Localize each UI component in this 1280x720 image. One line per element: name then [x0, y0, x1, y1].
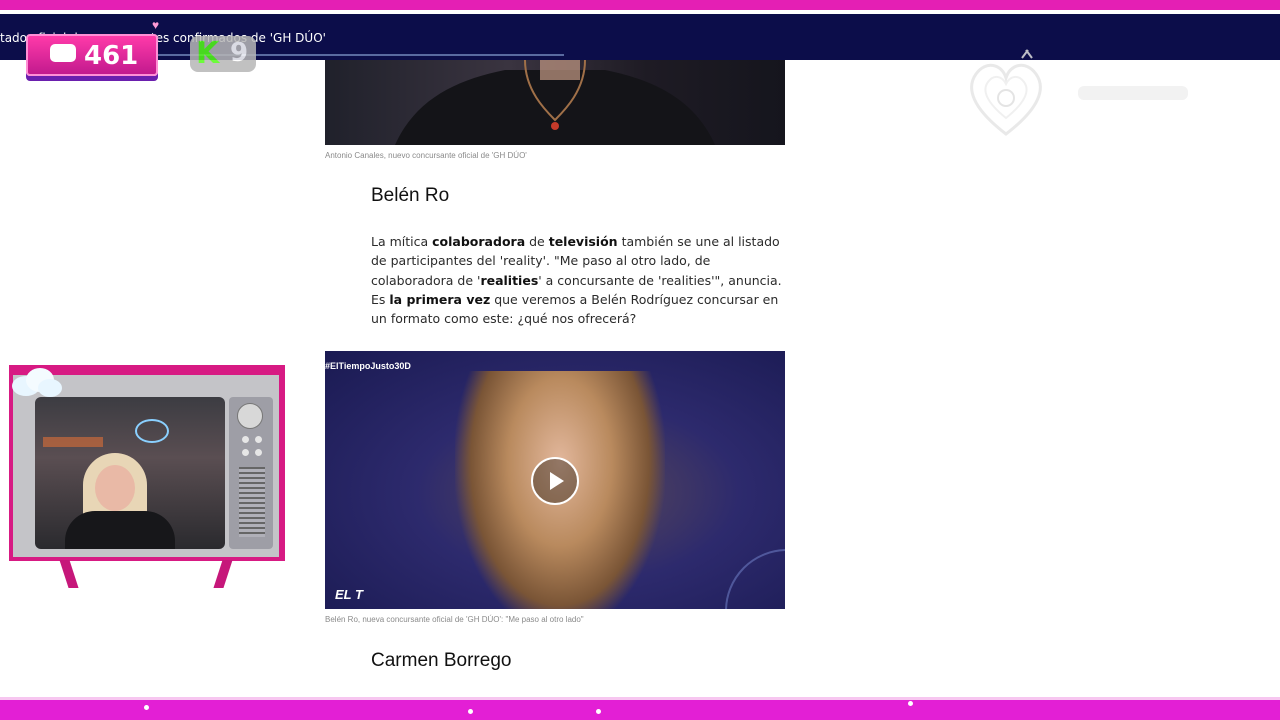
section-heading: Carmen Borrego	[371, 650, 512, 671]
bold-text: la primera vez	[389, 291, 491, 307]
text: La mítica	[371, 234, 433, 249]
sparkle-icon	[596, 709, 601, 714]
neon-sign	[135, 419, 169, 443]
bold-text: colaboradora	[432, 234, 526, 249]
channel-logo: EL T	[335, 587, 363, 602]
sparkle-icon	[908, 701, 913, 706]
bold-text: realities	[480, 272, 539, 288]
chat-count: 461	[84, 41, 139, 71]
knob-icon	[237, 403, 263, 429]
tv-leg-right	[213, 560, 233, 588]
streamer-body	[65, 511, 175, 549]
streamer-face	[95, 465, 135, 511]
image-caption: Antonio Canales, nuevo concursante ofici…	[325, 151, 527, 160]
bold-text: televisión	[548, 234, 618, 249]
webcam-tv-frame	[8, 364, 286, 590]
tv-leg-left	[59, 560, 79, 588]
tv-inner	[13, 375, 279, 557]
video-caption: Belén Ro, nueva concursante oficial de '…	[325, 615, 584, 624]
article-image-antonio	[325, 59, 785, 145]
watermark-logo	[970, 49, 1188, 136]
webcam-feed	[35, 397, 225, 549]
top-stripe	[0, 0, 1280, 10]
heart-icon: ♥	[152, 18, 160, 32]
buttons-icon	[239, 433, 265, 459]
background-shelf	[43, 437, 103, 447]
sparkle-icon	[468, 709, 473, 714]
bottom-bar	[0, 700, 1280, 720]
video-hashtag: #ElTiempoJusto30D	[325, 361, 411, 371]
speaker-grille	[239, 467, 265, 537]
kick-count: 9	[230, 38, 249, 68]
video-player[interactable]: #ElTiempoJusto30D EL T	[325, 351, 785, 609]
decorative-arc	[725, 549, 785, 609]
section-heading: Belén Ro	[371, 185, 450, 206]
tv-control-panel	[229, 397, 273, 549]
cloud-icon	[12, 368, 62, 397]
chat-counter-badge: 461	[26, 34, 158, 76]
image-content	[395, 59, 715, 145]
kick-counter-badge: K 9	[190, 36, 256, 72]
sparkle-icon	[144, 705, 149, 710]
play-button[interactable]	[531, 457, 579, 505]
kick-icon: K	[196, 36, 220, 71]
article-paragraph: La mítica colaboradora de televisión tam…	[371, 232, 786, 328]
chat-icon	[50, 44, 76, 62]
text: de	[525, 234, 549, 249]
